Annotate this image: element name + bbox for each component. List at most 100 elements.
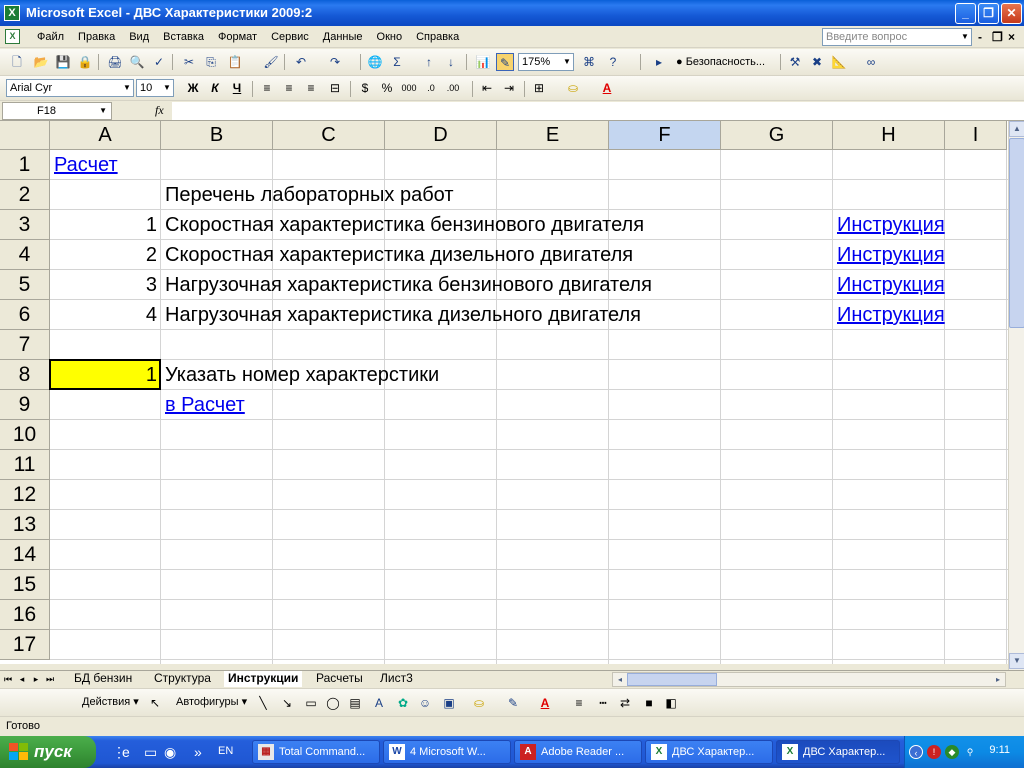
scroll-up-icon[interactable]: ▲	[1009, 121, 1024, 137]
row-header-8[interactable]: 8	[0, 360, 50, 390]
task-adobe-reader[interactable]: A Adobe Reader ...	[514, 740, 642, 764]
doc-minimize-button[interactable]: -	[978, 30, 982, 44]
print-preview-icon[interactable]: 🔍	[128, 53, 146, 71]
controls-icon[interactable]: ⚒	[786, 53, 804, 71]
comma-style-icon[interactable]: 000	[400, 79, 418, 97]
shield-icon[interactable]: ◆	[945, 745, 959, 759]
row-header-12[interactable]: 12	[0, 480, 50, 510]
new-icon[interactable]: 🗋	[8, 53, 26, 71]
workbook-icon[interactable]: X	[5, 29, 20, 44]
column-header-i[interactable]: I	[945, 121, 1007, 150]
align-center-icon[interactable]: ≡	[280, 79, 298, 97]
search-icon[interactable]: ⚲	[963, 745, 977, 759]
column-header-g[interactable]: G	[721, 121, 833, 150]
sheet-tab-struktura[interactable]: Структура	[150, 671, 215, 687]
security-button[interactable]: ● Безопасность...	[676, 53, 765, 71]
font-size-select[interactable]: 10 ▼	[136, 79, 174, 97]
sheet-tab-instrukcii[interactable]: Инструкции	[224, 671, 303, 687]
font-name-select[interactable]: Arial Cyr ▼	[6, 79, 134, 97]
scroll-down-icon[interactable]: ▼	[1009, 653, 1024, 669]
row-header-5[interactable]: 5	[0, 270, 50, 300]
help-icon[interactable]: ?	[604, 53, 622, 71]
insert-function-icon[interactable]: fx	[155, 103, 164, 118]
share-icon[interactable]: ⌘	[580, 53, 598, 71]
row-header-4[interactable]: 4	[0, 240, 50, 270]
3d-style-icon[interactable]: ◧	[662, 694, 680, 712]
scroll-thumb[interactable]	[1009, 138, 1024, 328]
autoshapes-menu[interactable]: Автофигуры ▾	[176, 695, 247, 708]
column-header-f[interactable]: F	[609, 121, 721, 150]
row-header-13[interactable]: 13	[0, 510, 50, 540]
picture-icon[interactable]: ▣	[440, 694, 458, 712]
sort-ascending-icon[interactable]: ↑	[420, 53, 438, 71]
quicklaunch-more-icon[interactable]: »	[194, 744, 202, 760]
language-indicator[interactable]: EN	[218, 745, 233, 757]
row-header-10[interactable]: 10	[0, 420, 50, 450]
last-sheet-icon[interactable]: ⏭	[44, 672, 56, 686]
row-header-2[interactable]: 2	[0, 180, 50, 210]
currency-icon[interactable]: $	[356, 79, 374, 97]
row-header-11[interactable]: 11	[0, 450, 50, 480]
select-all-corner[interactable]	[0, 121, 50, 150]
column-header-h[interactable]: H	[833, 121, 945, 150]
paste-icon[interactable]: 📋	[226, 53, 244, 71]
instruction-link-3[interactable]: Инструкция	[837, 270, 945, 300]
row-header-3[interactable]: 3	[0, 210, 50, 240]
minimize-button[interactable]: _	[955, 3, 976, 24]
row-header-1[interactable]: 1	[0, 150, 50, 180]
dash-style-icon[interactable]: ┅	[594, 694, 612, 712]
task-microsoft-word[interactable]: W 4 Microsoft W...	[383, 740, 511, 764]
menu-edit[interactable]: Правка	[71, 30, 122, 45]
row-header-15[interactable]: 15	[0, 570, 50, 600]
draw-font-color-icon[interactable]: A	[536, 694, 554, 712]
doc-restore-button[interactable]: ❐	[992, 30, 1003, 44]
close-button[interactable]: ✕	[1001, 3, 1022, 24]
worksheet-grid[interactable]: A B C D E F G H I 1 2 3 4 5 6 7 8 9 10 11 12 13 14 15 16 17 Расчет…	[0, 121, 1008, 664]
font-color-icon[interactable]: A	[598, 79, 616, 97]
chart-wizard-icon[interactable]: 📊	[474, 53, 492, 71]
row-header-9[interactable]: 9	[0, 390, 50, 420]
horizontal-scroll-thumb[interactable]	[627, 673, 717, 686]
italic-icon[interactable]: К	[206, 79, 224, 97]
decrease-indent-icon[interactable]: ⇤	[478, 79, 496, 97]
open-icon[interactable]: 📂	[32, 53, 50, 71]
row-header-7[interactable]: 7	[0, 330, 50, 360]
sort-descending-icon[interactable]: ↓	[442, 53, 460, 71]
to-calc-link[interactable]: в Расчет	[165, 390, 245, 420]
show-desktop-icon[interactable]: ▭	[144, 744, 157, 761]
start-button[interactable]: пуск	[0, 736, 96, 768]
cut-icon[interactable]: ✂	[180, 53, 198, 71]
menu-window[interactable]: Окно	[370, 30, 410, 45]
instruction-link-1[interactable]: Инструкция	[837, 210, 945, 240]
horizontal-scrollbar[interactable]: ◂ ▸	[612, 672, 1006, 687]
diagram-icon[interactable]: ✿	[394, 694, 412, 712]
restore-button[interactable]: ❐	[978, 3, 999, 24]
excel-app-icon[interactable]: X	[4, 5, 20, 21]
clipart-icon[interactable]: ☺	[416, 694, 434, 712]
permission-icon[interactable]: 🔒	[76, 53, 94, 71]
chevron-down-icon[interactable]: ▼	[958, 28, 972, 46]
task-excel-1[interactable]: X ДВС Характер...	[645, 740, 773, 764]
macro-icon[interactable]: ∞	[862, 53, 880, 71]
sheet-tab-bd-benzin[interactable]: БД бензин	[70, 671, 136, 687]
borders-icon[interactable]: ⊞	[530, 79, 548, 97]
instruction-link-4[interactable]: Инструкция	[837, 300, 945, 330]
line-color-icon[interactable]: ✎	[504, 694, 522, 712]
column-header-d[interactable]: D	[385, 121, 497, 150]
actions-menu[interactable]: Действия ▾	[82, 695, 139, 708]
instruction-link-2[interactable]: Инструкция	[837, 240, 945, 270]
shadow-style-icon[interactable]: ■	[640, 694, 658, 712]
textbox-icon[interactable]: ▤	[346, 694, 364, 712]
name-box[interactable]: F18 ▼	[2, 102, 112, 120]
menu-data[interactable]: Данные	[316, 30, 370, 45]
scroll-right-icon[interactable]: ▸	[991, 673, 1005, 686]
row-header-17[interactable]: 17	[0, 630, 50, 660]
play-icon[interactable]: ▸	[650, 53, 668, 71]
select-objects-icon[interactable]: ↖	[146, 694, 164, 712]
line-icon[interactable]: ╲	[254, 694, 272, 712]
tray-expand-icon[interactable]: ‹	[909, 745, 923, 759]
scroll-left-icon[interactable]: ◂	[613, 673, 627, 686]
rectangle-icon[interactable]: ▭	[302, 694, 320, 712]
formula-input[interactable]	[172, 102, 1024, 120]
menu-tools[interactable]: Сервис	[264, 30, 316, 45]
